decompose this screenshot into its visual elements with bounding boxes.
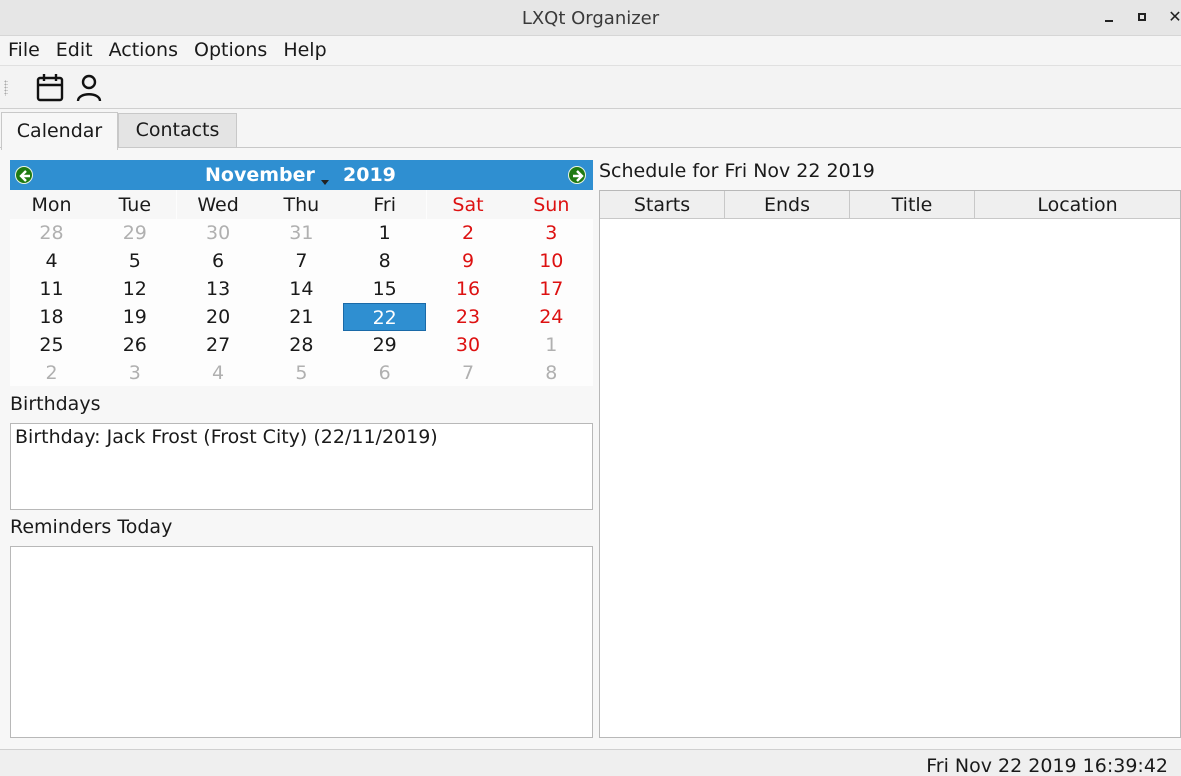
maximize-button[interactable]: [1131, 6, 1153, 28]
weekday-header: Sun: [509, 190, 593, 219]
minimize-icon: [1105, 20, 1113, 22]
calendar-day[interactable]: 24: [510, 303, 593, 331]
calendar-day[interactable]: 21: [260, 303, 343, 331]
calendar-day[interactable]: 13: [177, 275, 260, 303]
menu-actions[interactable]: Actions: [101, 36, 186, 65]
title-bar: LXQt Organizer ✕: [0, 0, 1181, 36]
column-header-location[interactable]: Location: [975, 191, 1180, 219]
list-item[interactable]: Birthday: Jack Frost (Frost City) (22/11…: [15, 426, 438, 448]
calendar-day[interactable]: 3: [510, 219, 593, 247]
menu-file[interactable]: File: [0, 36, 48, 65]
calendar-day[interactable]: 19: [93, 303, 176, 331]
calendar-tool-button[interactable]: [35, 72, 65, 104]
weekday-header: Mon: [10, 190, 93, 219]
calendar-day[interactable]: 8: [343, 247, 426, 275]
calendar-day[interactable]: 5: [260, 359, 343, 387]
calendar-day[interactable]: 7: [260, 247, 343, 275]
month-selector[interactable]: November: [205, 164, 315, 186]
calendar-day[interactable]: 2: [427, 219, 510, 247]
calendar-day[interactable]: 23: [427, 303, 510, 331]
calendar-header: November 2019: [10, 160, 593, 190]
status-bar: Fri Nov 22 2019 16:39:42: [0, 749, 1181, 776]
tab-contacts[interactable]: Contacts: [118, 113, 237, 148]
status-datetime: Fri Nov 22 2019 16:39:42: [926, 755, 1168, 776]
calendar-day[interactable]: 7: [427, 359, 510, 387]
calendar-day[interactable]: 22: [343, 303, 427, 331]
arrow-right-icon: [573, 170, 584, 182]
reminders-list[interactable]: [10, 546, 593, 738]
chevron-down-icon[interactable]: [321, 180, 329, 185]
calendar-day[interactable]: 5: [93, 247, 176, 275]
column-header-ends[interactable]: Ends: [725, 191, 850, 219]
toolbar: [0, 65, 1181, 109]
weekday-header: Thu: [259, 190, 343, 219]
tab-bar: Calendar Contacts: [0, 110, 1181, 150]
weekday-header: Wed: [176, 190, 260, 219]
maximize-icon: [1138, 13, 1146, 21]
year-selector[interactable]: 2019: [343, 164, 396, 186]
calendar-day[interactable]: 9: [427, 247, 510, 275]
calendar-day[interactable]: 29: [93, 219, 176, 247]
menu-options[interactable]: Options: [186, 36, 275, 65]
next-month-button[interactable]: [568, 166, 586, 184]
calendar-day[interactable]: 29: [343, 331, 426, 359]
calendar-day[interactable]: 16: [427, 275, 510, 303]
previous-month-button[interactable]: [15, 166, 33, 184]
toolbar-grip[interactable]: [4, 80, 8, 96]
menu-bar: File Edit Actions Options Help: [0, 36, 1181, 65]
calendar-grid: Mon Tue Wed Thu Fri Sat Sun 28 29 30 31 1 2 3 4 5 6 7 8 9 10…: [10, 190, 593, 386]
calendar-day[interactable]: 11: [10, 275, 93, 303]
calendar-day[interactable]: 15: [343, 275, 426, 303]
arrow-left-icon: [19, 170, 30, 182]
calendar-day[interactable]: 18: [10, 303, 93, 331]
window-title: LXQt Organizer: [521, 8, 660, 29]
calendar-day[interactable]: 27: [177, 331, 260, 359]
contacts-tool-button[interactable]: [74, 72, 104, 104]
calendar-day[interactable]: 1: [510, 331, 593, 359]
calendar-day[interactable]: 4: [10, 247, 93, 275]
birthdays-list[interactable]: Birthday: Jack Frost (Frost City) (22/11…: [10, 423, 593, 510]
calendar-day[interactable]: 6: [177, 247, 260, 275]
column-header-starts[interactable]: Starts: [600, 191, 725, 219]
calendar-day[interactable]: 10: [510, 247, 593, 275]
close-button[interactable]: ✕: [1164, 6, 1181, 28]
calendar-day[interactable]: 1: [343, 219, 426, 247]
weekday-header: Tue: [93, 190, 177, 219]
calendar-day[interactable]: 28: [260, 331, 343, 359]
weekday-header: Fri: [343, 190, 427, 219]
calendar-day[interactable]: 26: [93, 331, 176, 359]
calendar-day[interactable]: 28: [10, 219, 93, 247]
calendar-day[interactable]: 6: [343, 359, 426, 387]
calendar-day[interactable]: 17: [510, 275, 593, 303]
minimize-button[interactable]: [1098, 6, 1120, 28]
calendar-day[interactable]: 4: [177, 359, 260, 387]
column-header-title[interactable]: Title: [850, 191, 975, 219]
calendar-day[interactable]: 25: [10, 331, 93, 359]
calendar-day[interactable]: 30: [177, 219, 260, 247]
calendar-icon: [36, 74, 64, 102]
reminders-label: Reminders Today: [10, 516, 173, 538]
menu-edit[interactable]: Edit: [48, 36, 101, 65]
weekday-header: Sat: [426, 190, 510, 219]
schedule-label: Schedule for Fri Nov 22 2019: [599, 160, 875, 182]
close-icon: ✕: [1168, 7, 1181, 26]
calendar-day[interactable]: 12: [93, 275, 176, 303]
contact-icon: [76, 74, 102, 102]
calendar-day[interactable]: 8: [510, 359, 593, 387]
calendar-day[interactable]: 31: [260, 219, 343, 247]
calendar-day[interactable]: 2: [10, 359, 93, 387]
calendar-day[interactable]: 14: [260, 275, 343, 303]
calendar-day[interactable]: 20: [177, 303, 260, 331]
birthdays-label: Birthdays: [10, 393, 101, 415]
calendar-day[interactable]: 30: [427, 331, 510, 359]
app-window: LXQt Organizer ✕ File Edit Actions Optio…: [0, 0, 1181, 776]
tab-calendar[interactable]: Calendar: [1, 112, 118, 150]
menu-help[interactable]: Help: [275, 36, 334, 65]
schedule-table[interactable]: Starts Ends Title Location: [599, 190, 1181, 738]
calendar-day[interactable]: 3: [93, 359, 176, 387]
